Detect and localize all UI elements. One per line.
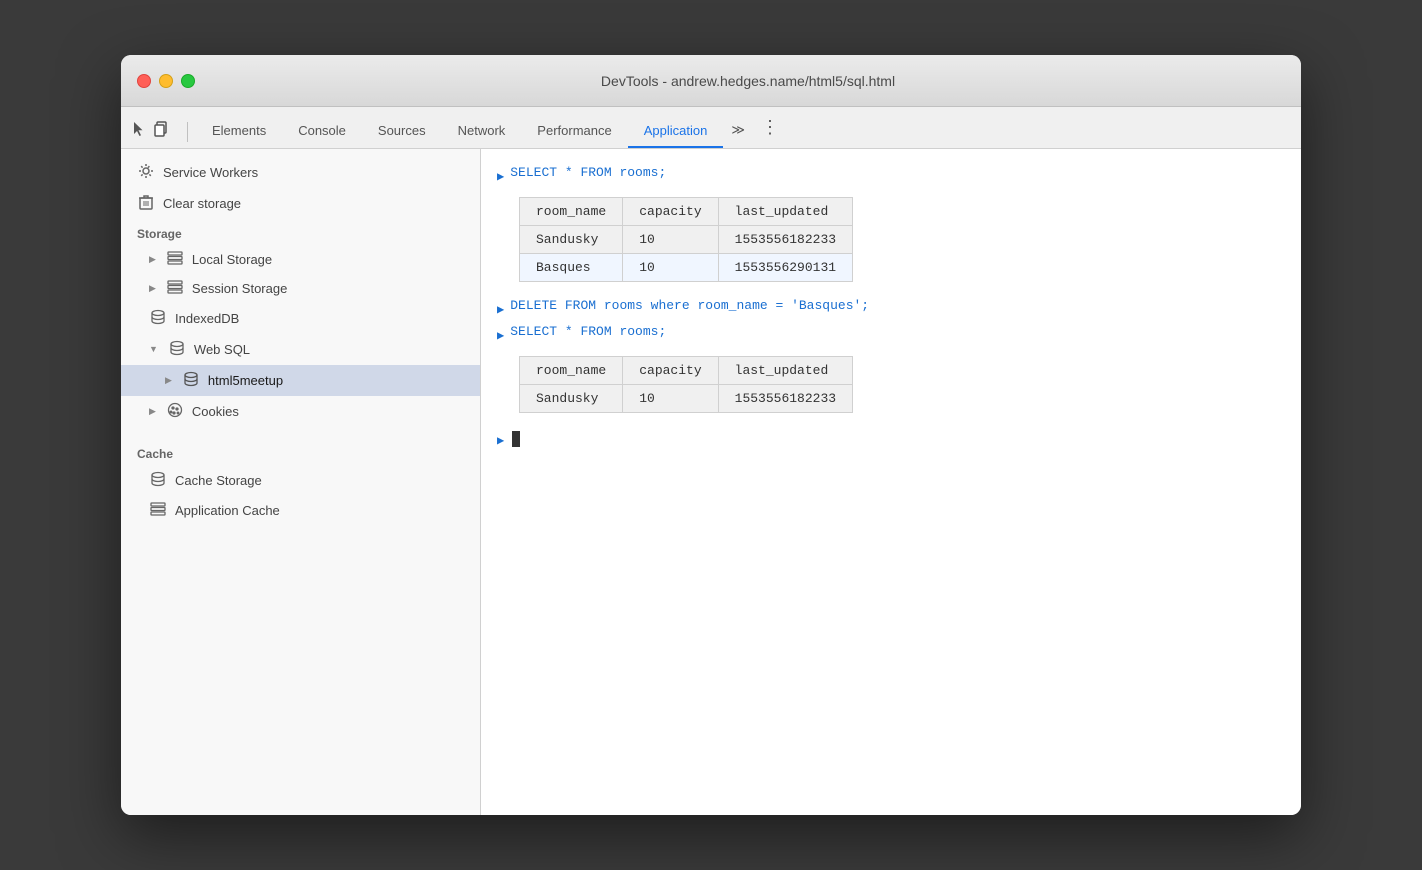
- sql-input-line[interactable]: ▶: [497, 429, 1285, 448]
- sidebar-label-cache-storage: Cache Storage: [175, 473, 262, 488]
- sidebar-item-cookies[interactable]: Cookies: [121, 396, 480, 427]
- sql-query-line-2: ▶ DELETE FROM rooms where room_name = 'B…: [497, 298, 1285, 322]
- chevron-right-icon-html5: [165, 375, 172, 386]
- tab-sources[interactable]: Sources: [362, 115, 442, 148]
- sidebar-label-indexeddb: IndexedDB: [175, 311, 239, 326]
- input-prompt-icon: ▶: [497, 433, 504, 448]
- cell-room-name: Basques: [520, 254, 623, 282]
- sql-query-line-1: ▶ SELECT * FROM rooms;: [497, 165, 1285, 189]
- cursor-icon[interactable]: [131, 121, 147, 142]
- minimize-button[interactable]: [159, 74, 173, 88]
- titlebar: DevTools - andrew.hedges.name/html5/sql.…: [121, 55, 1301, 107]
- sidebar-item-websql[interactable]: Web SQL: [121, 334, 480, 365]
- sidebar-label-websql: Web SQL: [194, 342, 250, 357]
- chevron-right-icon-cookies: [149, 406, 156, 417]
- table-row: Sandusky 10 1553556182233: [520, 226, 853, 254]
- cell-last-updated: 1553556182233: [718, 385, 852, 413]
- chevron-right-icon-session: [149, 283, 156, 294]
- sql-cursor: [512, 431, 520, 447]
- col-header-capacity-2: capacity: [623, 357, 718, 385]
- cache-storage-icon: [149, 471, 167, 490]
- indexeddb-icon: [149, 309, 167, 328]
- sidebar-item-html5meetup[interactable]: html5meetup: [121, 365, 480, 396]
- col-header-last-updated-2: last_updated: [718, 357, 852, 385]
- sidebar-item-cache-storage[interactable]: Cache Storage: [121, 465, 480, 496]
- sidebar-item-indexeddb[interactable]: IndexedDB: [121, 303, 480, 334]
- session-storage-icon: [166, 280, 184, 297]
- sql-query-text-3: SELECT * FROM rooms;: [510, 324, 666, 339]
- devtools-window: DevTools - andrew.hedges.name/html5/sql.…: [121, 55, 1301, 815]
- cell-room-name: Sandusky: [520, 385, 623, 413]
- sidebar-item-application-cache[interactable]: Application Cache: [121, 496, 480, 525]
- sidebar-item-session-storage[interactable]: Session Storage: [121, 274, 480, 303]
- sidebar-item-service-workers[interactable]: Service Workers: [121, 157, 480, 188]
- sidebar-label-service-workers: Service Workers: [163, 165, 258, 180]
- col-header-room-name-1: room_name: [520, 198, 623, 226]
- tab-divider: [187, 122, 188, 142]
- sidebar-section-storage: Storage: [121, 219, 480, 245]
- sidebar-section-cache: Cache: [121, 439, 480, 465]
- cell-capacity: 10: [623, 385, 718, 413]
- sidebar-label-clear-storage: Clear storage: [163, 196, 241, 211]
- more-tabs-button[interactable]: [723, 114, 753, 148]
- sidebar-item-local-storage[interactable]: Local Storage: [121, 245, 480, 274]
- toolbar-icons: [131, 121, 169, 148]
- sql-query-text-2: DELETE FROM rooms where room_name = 'Bas…: [510, 298, 869, 313]
- col-header-room-name-2: room_name: [520, 357, 623, 385]
- html5meetup-icon: [182, 371, 200, 390]
- tab-network[interactable]: Network: [442, 115, 522, 148]
- service-workers-icon: [137, 163, 155, 182]
- window-title: DevTools - andrew.hedges.name/html5/sql.…: [211, 73, 1285, 89]
- prompt-icon-2[interactable]: ▶: [497, 302, 504, 317]
- more-tabs-icon: [731, 122, 745, 137]
- menu-dots-icon: [761, 120, 779, 137]
- main-area: Service Workers Clear storage Storage: [121, 149, 1301, 815]
- prompt-icon-3[interactable]: ▶: [497, 328, 504, 343]
- col-header-last-updated-1: last_updated: [718, 198, 852, 226]
- trash-icon: [137, 194, 155, 213]
- tab-console[interactable]: Console: [282, 115, 362, 148]
- sql-console[interactable]: ▶ SELECT * FROM rooms; room_name capacit…: [481, 149, 1301, 464]
- sql-result-table-1: room_name capacity last_updated Sandusky…: [519, 197, 853, 282]
- cell-room-name: Sandusky: [520, 226, 623, 254]
- table-row: Sandusky 10 1553556182233: [520, 385, 853, 413]
- websql-icon: [168, 340, 186, 359]
- local-storage-icon: [166, 251, 184, 268]
- sql-result-table-2: room_name capacity last_updated Sandusky…: [519, 356, 853, 413]
- sidebar: Service Workers Clear storage Storage: [121, 149, 481, 815]
- cell-capacity: 10: [623, 254, 718, 282]
- cell-last-updated: 1553556290131: [718, 254, 852, 282]
- content-area: ▶ SELECT * FROM rooms; room_name capacit…: [481, 149, 1301, 815]
- copy-icon[interactable]: [153, 121, 169, 142]
- application-cache-icon: [149, 502, 167, 519]
- sql-query-line-3: ▶ SELECT * FROM rooms;: [497, 324, 1285, 348]
- tab-elements[interactable]: Elements: [196, 115, 282, 148]
- sidebar-label-html5meetup: html5meetup: [208, 373, 283, 388]
- chevron-down-icon-websql: [149, 344, 158, 355]
- cell-capacity: 10: [623, 226, 718, 254]
- cell-last-updated: 1553556182233: [718, 226, 852, 254]
- sql-query-text-1: SELECT * FROM rooms;: [510, 165, 666, 180]
- prompt-icon-1[interactable]: ▶: [497, 169, 504, 184]
- close-button[interactable]: [137, 74, 151, 88]
- sidebar-label-cookies: Cookies: [192, 404, 239, 419]
- sidebar-label-session-storage: Session Storage: [192, 281, 287, 296]
- tab-performance[interactable]: Performance: [521, 115, 627, 148]
- col-header-capacity-1: capacity: [623, 198, 718, 226]
- maximize-button[interactable]: [181, 74, 195, 88]
- table-row: Basques 10 1553556290131: [520, 254, 853, 282]
- menu-button[interactable]: [753, 109, 787, 148]
- tab-application[interactable]: Application: [628, 115, 724, 148]
- chevron-right-icon: [149, 254, 156, 265]
- cookies-icon: [166, 402, 184, 421]
- traffic-lights: [137, 74, 195, 88]
- sidebar-label-local-storage: Local Storage: [192, 252, 272, 267]
- tabbar: Elements Console Sources Network Perform…: [121, 107, 1301, 149]
- sidebar-label-application-cache: Application Cache: [175, 503, 280, 518]
- sidebar-item-clear-storage[interactable]: Clear storage: [121, 188, 480, 219]
